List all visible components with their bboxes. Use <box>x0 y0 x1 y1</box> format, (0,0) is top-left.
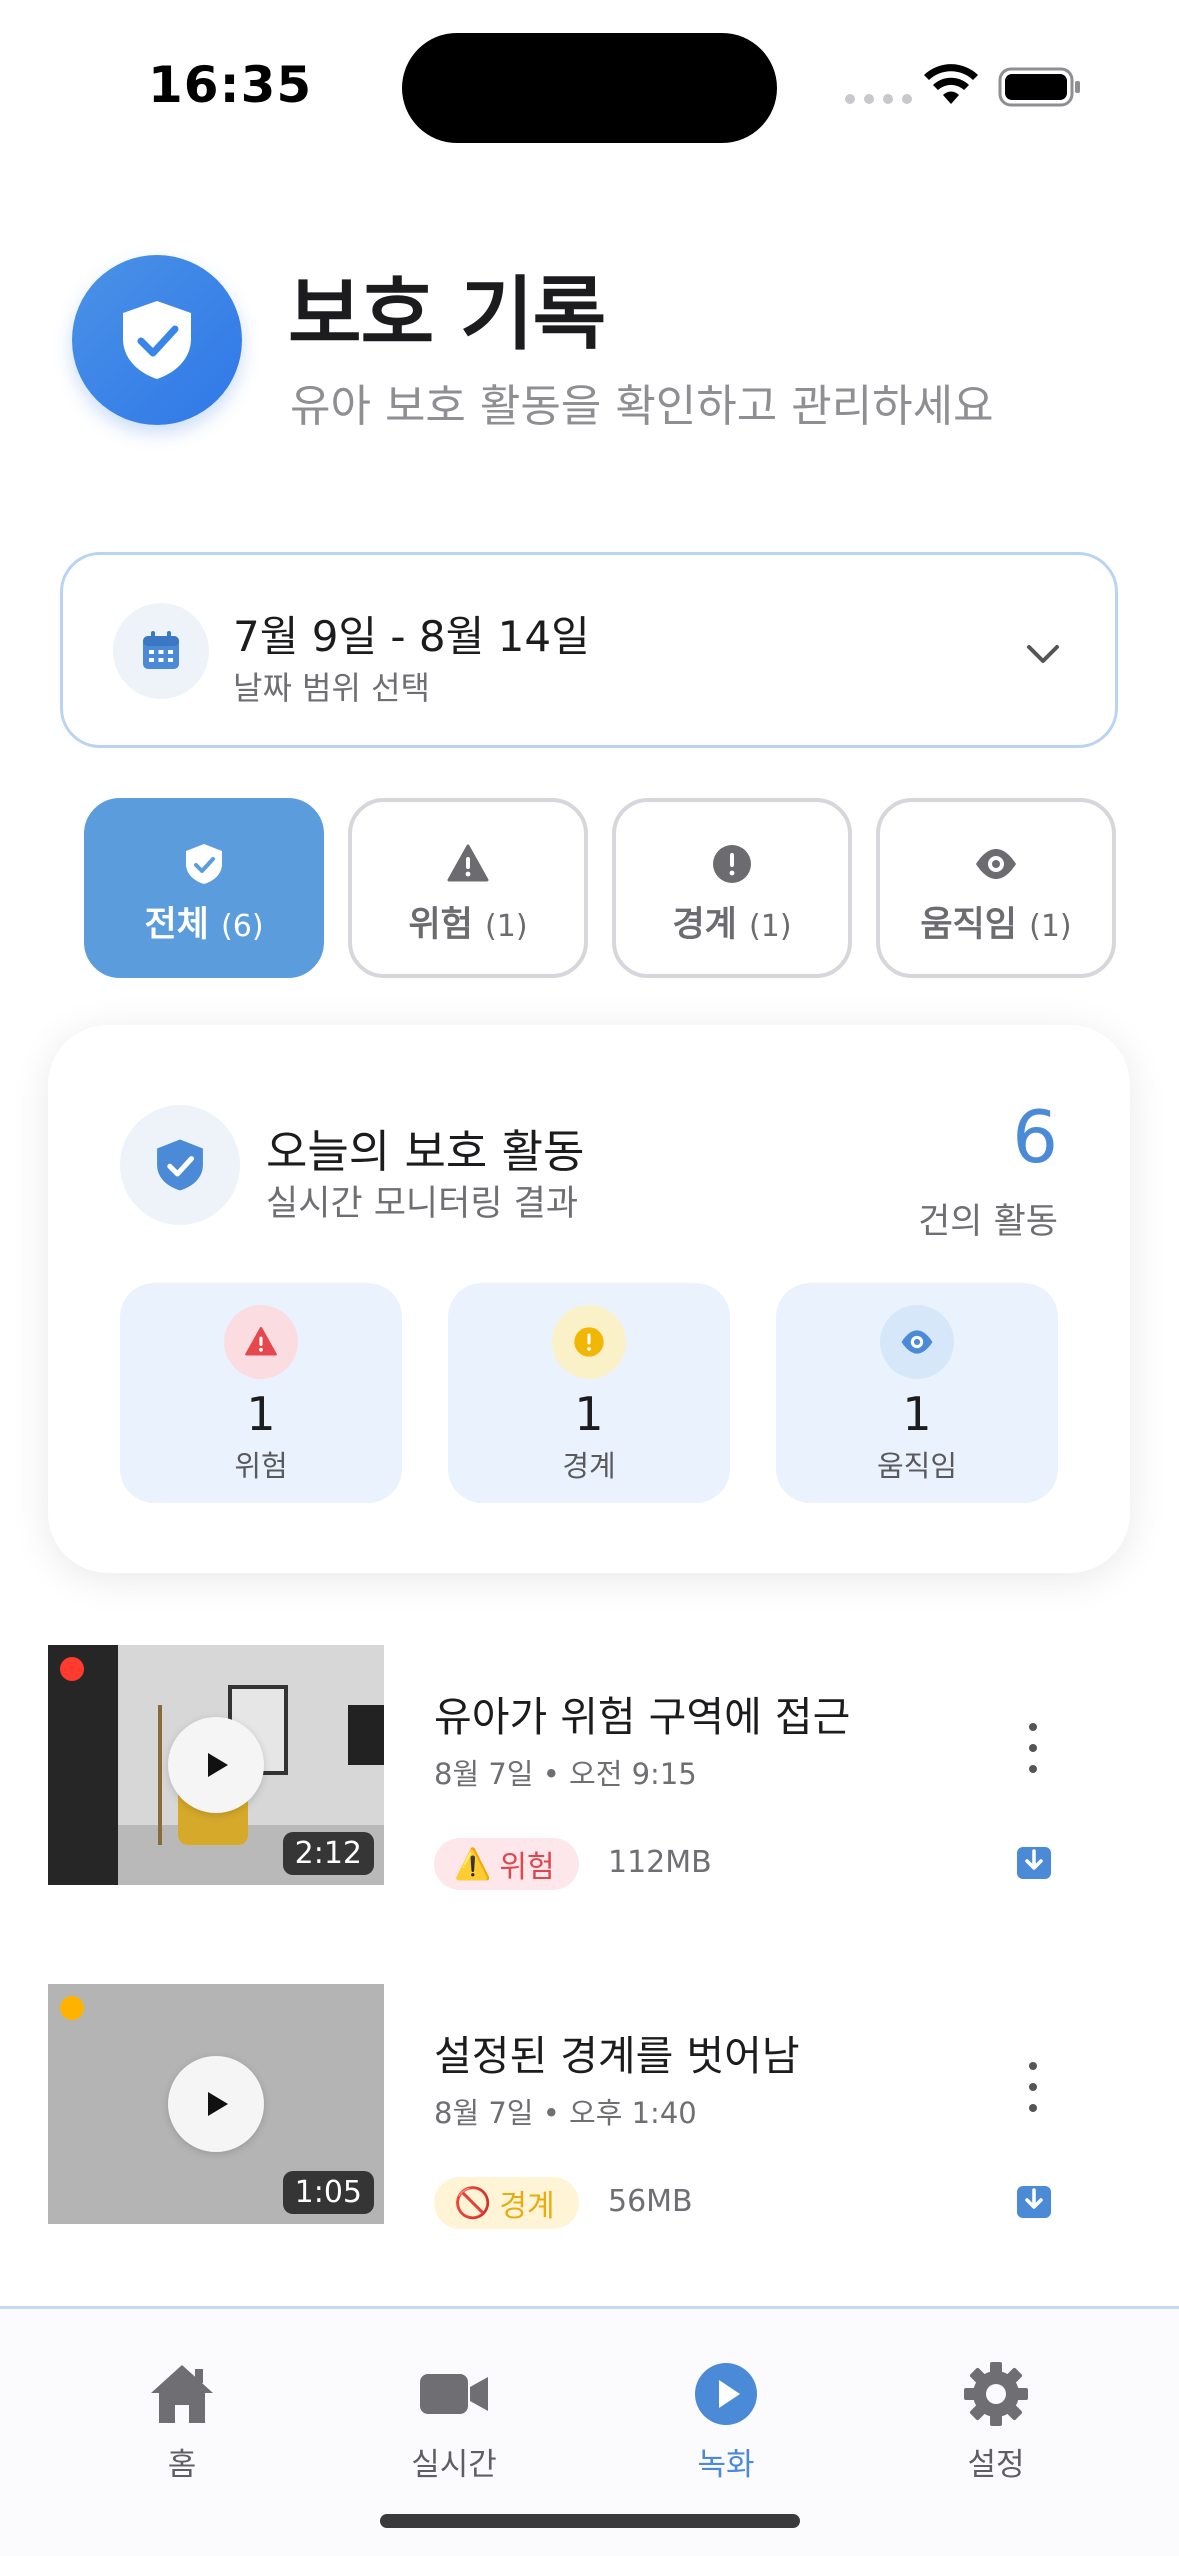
dynamic-island <box>402 33 777 143</box>
home-indicator[interactable] <box>380 2514 800 2528</box>
summary-title: 오늘의 보호 활동 <box>266 1125 585 1178</box>
stat-label: 위험 <box>234 1449 288 1483</box>
filter-label: 경계 <box>672 905 737 945</box>
stat-label: 움직임 <box>876 1449 958 1483</box>
recording-datetime: 8월 7일 • 오전 9:15 <box>434 1757 697 1791</box>
tab-recordings[interactable]: 녹화 <box>626 2359 826 2484</box>
tab-label: 녹화 <box>697 2447 755 2483</box>
recording-size: 112MB <box>608 1845 712 1880</box>
shield-check-icon <box>120 1105 240 1225</box>
date-range-label: 날짜 범위 선택 <box>233 669 430 707</box>
prohibited-emoji-icon: 🚫 <box>454 2185 492 2221</box>
summary-subtitle: 실시간 모니터링 결과 <box>266 1184 579 1224</box>
summary-card: 오늘의 보호 활동 실시간 모니터링 결과 6 건의 활동 1 위험 1 경계 <box>48 1025 1130 1573</box>
recording-title: 설정된 경계를 벗어남 <box>434 2032 800 2080</box>
recording-tag-label: 경계 <box>499 2189 555 2224</box>
date-range-selector[interactable]: 7월 9일 - 8월 14일 날짜 범위 선택 <box>60 552 1118 748</box>
filter-chip-danger[interactable]: 위험 (1) <box>348 798 588 978</box>
stat-value: 1 <box>246 1387 276 1441</box>
status-bar: 16:35 <box>0 0 1179 170</box>
filter-chip-motion[interactable]: 움직임 (1) <box>876 798 1116 978</box>
recording-tag-danger: ⚠️ 위험 <box>434 1838 579 1890</box>
filter-label: 움직임 <box>920 905 1017 945</box>
recording-item[interactable]: 2:12 유아가 위험 구역에 접근 8월 7일 • 오전 9:15 ⚠️ 위험… <box>48 1645 1130 1890</box>
warning-triangle-icon <box>447 844 489 882</box>
recording-datetime: 8월 7일 • 오후 1:40 <box>434 2096 697 2130</box>
play-icon <box>208 1753 228 1777</box>
stat-value: 1 <box>902 1387 932 1441</box>
eye-icon <box>880 1305 954 1379</box>
summary-count: 6 <box>1012 1095 1058 1179</box>
stat-value: 1 <box>574 1387 604 1441</box>
recording-thumbnail[interactable]: 2:12 <box>48 1645 384 1885</box>
tab-live[interactable]: 실시간 <box>354 2359 554 2484</box>
stat-warning: 1 경계 <box>448 1283 730 1503</box>
video-camera-icon <box>417 2359 491 2429</box>
more-options-icon[interactable] <box>1023 1723 1043 1773</box>
chevron-down-icon[interactable] <box>1021 631 1065 675</box>
wifi-icon <box>924 64 978 104</box>
date-range-value: 7월 9일 - 8월 14일 <box>233 612 590 661</box>
page-subtitle: 유아 보호 활동을 확인하고 관리하세요 <box>290 381 994 432</box>
recording-tag-label: 위험 <box>499 1850 555 1885</box>
download-icon[interactable] <box>1014 2180 1054 2220</box>
recording-date: 8월 7일 <box>434 1757 534 1791</box>
gear-icon <box>959 2359 1033 2429</box>
recording-status-dot <box>60 1657 84 1681</box>
tab-label: 홈 <box>167 2447 197 2483</box>
download-icon[interactable] <box>1014 1841 1054 1881</box>
stat-motion: 1 움직임 <box>776 1283 1058 1503</box>
filter-count: (1) <box>1029 909 1072 944</box>
play-button[interactable] <box>168 2056 264 2152</box>
filter-chip-warning[interactable]: 경계 (1) <box>612 798 852 978</box>
warning-triangle-icon <box>224 1305 298 1379</box>
warning-emoji-icon: ⚠️ <box>454 1846 492 1882</box>
play-circle-icon <box>689 2359 763 2429</box>
stat-label: 경계 <box>562 1449 616 1483</box>
recording-title: 유아가 위험 구역에 접근 <box>434 1693 851 1741</box>
filter-chip-all[interactable]: 전체 (6) <box>84 798 324 978</box>
eye-icon <box>976 849 1016 879</box>
recording-tag-warning: 🚫 경계 <box>434 2177 579 2229</box>
recording-duration: 1:05 <box>282 2171 374 2214</box>
filter-label: 전체 <box>144 905 209 945</box>
header-shield-icon <box>72 255 242 425</box>
cellular-signal-icon <box>845 94 912 104</box>
home-icon <box>145 2359 219 2429</box>
play-icon <box>208 2092 228 2116</box>
stat-danger: 1 위험 <box>120 1283 402 1503</box>
battery-icon <box>998 67 1080 107</box>
summary-count-label: 건의 활동 <box>918 1202 1058 1242</box>
recording-size: 56MB <box>608 2184 693 2219</box>
filter-count: (6) <box>221 909 264 944</box>
recording-time: 오전 9:15 <box>569 1757 697 1791</box>
play-button[interactable] <box>168 1717 264 1813</box>
recording-thumbnail[interactable]: 1:05 <box>48 1984 384 2224</box>
tab-home[interactable]: 홈 <box>82 2359 282 2484</box>
calendar-icon <box>113 603 209 699</box>
tab-settings[interactable]: 설정 <box>896 2359 1096 2484</box>
shield-check-icon <box>186 844 222 884</box>
page-title: 보호 기록 <box>288 268 606 361</box>
filter-count: (1) <box>749 909 792 944</box>
recording-duration: 2:12 <box>282 1832 374 1875</box>
filter-count: (1) <box>485 909 528 944</box>
recording-time: 오후 1:40 <box>569 2096 697 2130</box>
more-options-icon[interactable] <box>1023 2062 1043 2112</box>
status-time: 16:35 <box>148 56 313 114</box>
filter-label: 위험 <box>408 905 473 945</box>
exclamation-circle-icon <box>552 1305 626 1379</box>
recording-item[interactable]: 1:05 설정된 경계를 벗어남 8월 7일 • 오후 1:40 🚫 경계 56… <box>48 1984 1130 2229</box>
tab-label: 실시간 <box>411 2447 497 2483</box>
tab-label: 설정 <box>967 2447 1025 2483</box>
recording-date: 8월 7일 <box>434 2096 534 2130</box>
exclamation-circle-icon <box>713 845 751 883</box>
recording-status-dot <box>60 1996 84 2020</box>
